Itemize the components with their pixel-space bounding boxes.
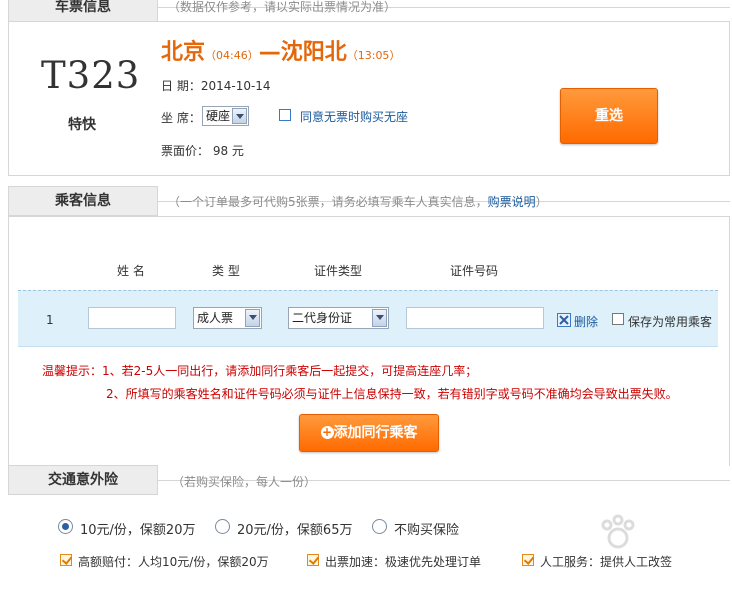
id-number-input[interactable]	[406, 307, 544, 329]
seat-select[interactable]: 硬座	[202, 106, 249, 126]
ticket-type-select[interactable]: 成人票	[193, 307, 262, 329]
passenger-section-note: （一个订单最多可代购5张票，请务必填写乘车人真实信息，购票说明）	[168, 193, 548, 210]
delete-icon[interactable]	[557, 313, 571, 327]
ticket-section-tab: 车票信息	[8, 0, 158, 22]
service-manual-label: 人工服务：提供人工改签	[540, 555, 673, 569]
from-station: 北京	[161, 40, 206, 65]
train-number: T323	[41, 54, 141, 97]
service-payout-checkbox[interactable]	[60, 554, 72, 566]
insurance-option-20-radio[interactable]	[215, 519, 230, 534]
insurance-section-tab: 交通意外险	[8, 465, 158, 495]
service-speed-checkbox[interactable]	[307, 554, 319, 566]
passenger-index: 1	[46, 313, 54, 327]
passenger-panel-left-border	[8, 216, 9, 466]
train-type: 特快	[68, 117, 96, 133]
from-time-value: 04:46	[216, 49, 248, 62]
standing-option-label[interactable]: 同意无票时购买无座	[300, 108, 408, 125]
standing-checkbox[interactable]	[279, 109, 291, 121]
chevron-down-icon[interactable]	[245, 309, 260, 327]
insurance-option-10-label[interactable]: 10元/份，保额20万	[80, 519, 195, 538]
price-value: 98 元	[212, 144, 244, 158]
service-speed-label: 出票加速：极速优先处理订单	[325, 555, 482, 569]
to-time-value: 13:05	[357, 49, 390, 62]
date-line: 日 期：2014-10-14	[161, 77, 271, 94]
service-manual-checkbox[interactable]	[522, 554, 534, 566]
price-line: 票面价： 98 元	[161, 142, 244, 159]
id-type-select[interactable]: 二代身份证	[288, 307, 389, 329]
passenger-name-input[interactable]	[88, 307, 176, 329]
seat-select-value: 硬座	[206, 109, 231, 123]
tip-line-1: 温馨提示：1、若2-5人一同出行，请添加同行乘客后一起提交，可提高连座几率；	[42, 364, 478, 378]
col-header-type: 类 型	[212, 264, 240, 278]
date-value: 2014-10-14	[200, 79, 271, 93]
col-header-id-number: 证件号码	[450, 264, 499, 278]
insurance-option-20-label[interactable]: 20元/份，保额65万	[237, 519, 352, 538]
passenger-note-text: （一个订单最多可代购5张票，请务必填写乘车人真实信息，	[168, 195, 488, 209]
watermark-paw-icon	[601, 514, 635, 549]
chevron-down-icon[interactable]	[372, 309, 387, 327]
delete-passenger-link[interactable]: 删除	[574, 313, 598, 330]
chevron-down-icon[interactable]	[232, 108, 247, 124]
route-dash: —	[258, 40, 281, 65]
ticket-section-note: （数据仅作参考，请以实际出票情况为准）	[168, 0, 397, 14]
tip-line-2: 2、所填写的乘客姓名和证件号码必须与证件上信息保持一致，若有错别字或号码不准确均…	[106, 387, 678, 401]
col-header-id-type: 证件类型	[314, 264, 363, 278]
date-label: 日 期：	[161, 79, 201, 93]
plus-circle-icon: +	[320, 424, 334, 439]
save-passenger-checkbox[interactable]	[612, 313, 624, 325]
passenger-panel-right-border	[729, 216, 730, 466]
ticket-type-value: 成人票	[197, 311, 234, 325]
price-label: 票面价：	[161, 144, 210, 158]
seat-label: 坐 席：	[161, 111, 201, 125]
route-title: 北京（04:46）—沈阳北（13:05）	[161, 34, 400, 66]
add-passenger-label: 添加同行乘客	[333, 425, 418, 441]
col-header-name: 姓 名	[117, 264, 145, 278]
to-station: 沈阳北	[280, 40, 347, 65]
id-type-value: 二代身份证	[292, 311, 353, 325]
insurance-option-none-radio[interactable]	[372, 519, 387, 534]
ticket-instructions-link[interactable]: 购票说明	[488, 195, 536, 209]
add-passenger-button[interactable]: +添加同行乘客	[299, 414, 439, 452]
insurance-option-10-radio[interactable]	[58, 519, 73, 534]
insurance-option-none-label[interactable]: 不购买保险	[394, 519, 459, 538]
save-passenger-label[interactable]: 保存为常用乘客	[628, 313, 712, 330]
passenger-section-tab: 乘客信息	[8, 186, 158, 216]
insurance-section-note: （若购买保险，每人一份）	[172, 475, 317, 489]
passenger-note-end: ）	[535, 195, 548, 209]
service-payout-label: 高额赔付：人均10元/份，保额20万	[78, 555, 269, 569]
from-time: （04:46）	[205, 49, 259, 62]
reselect-button[interactable]: 重选	[560, 88, 658, 144]
to-time: （13:05）	[346, 49, 401, 62]
